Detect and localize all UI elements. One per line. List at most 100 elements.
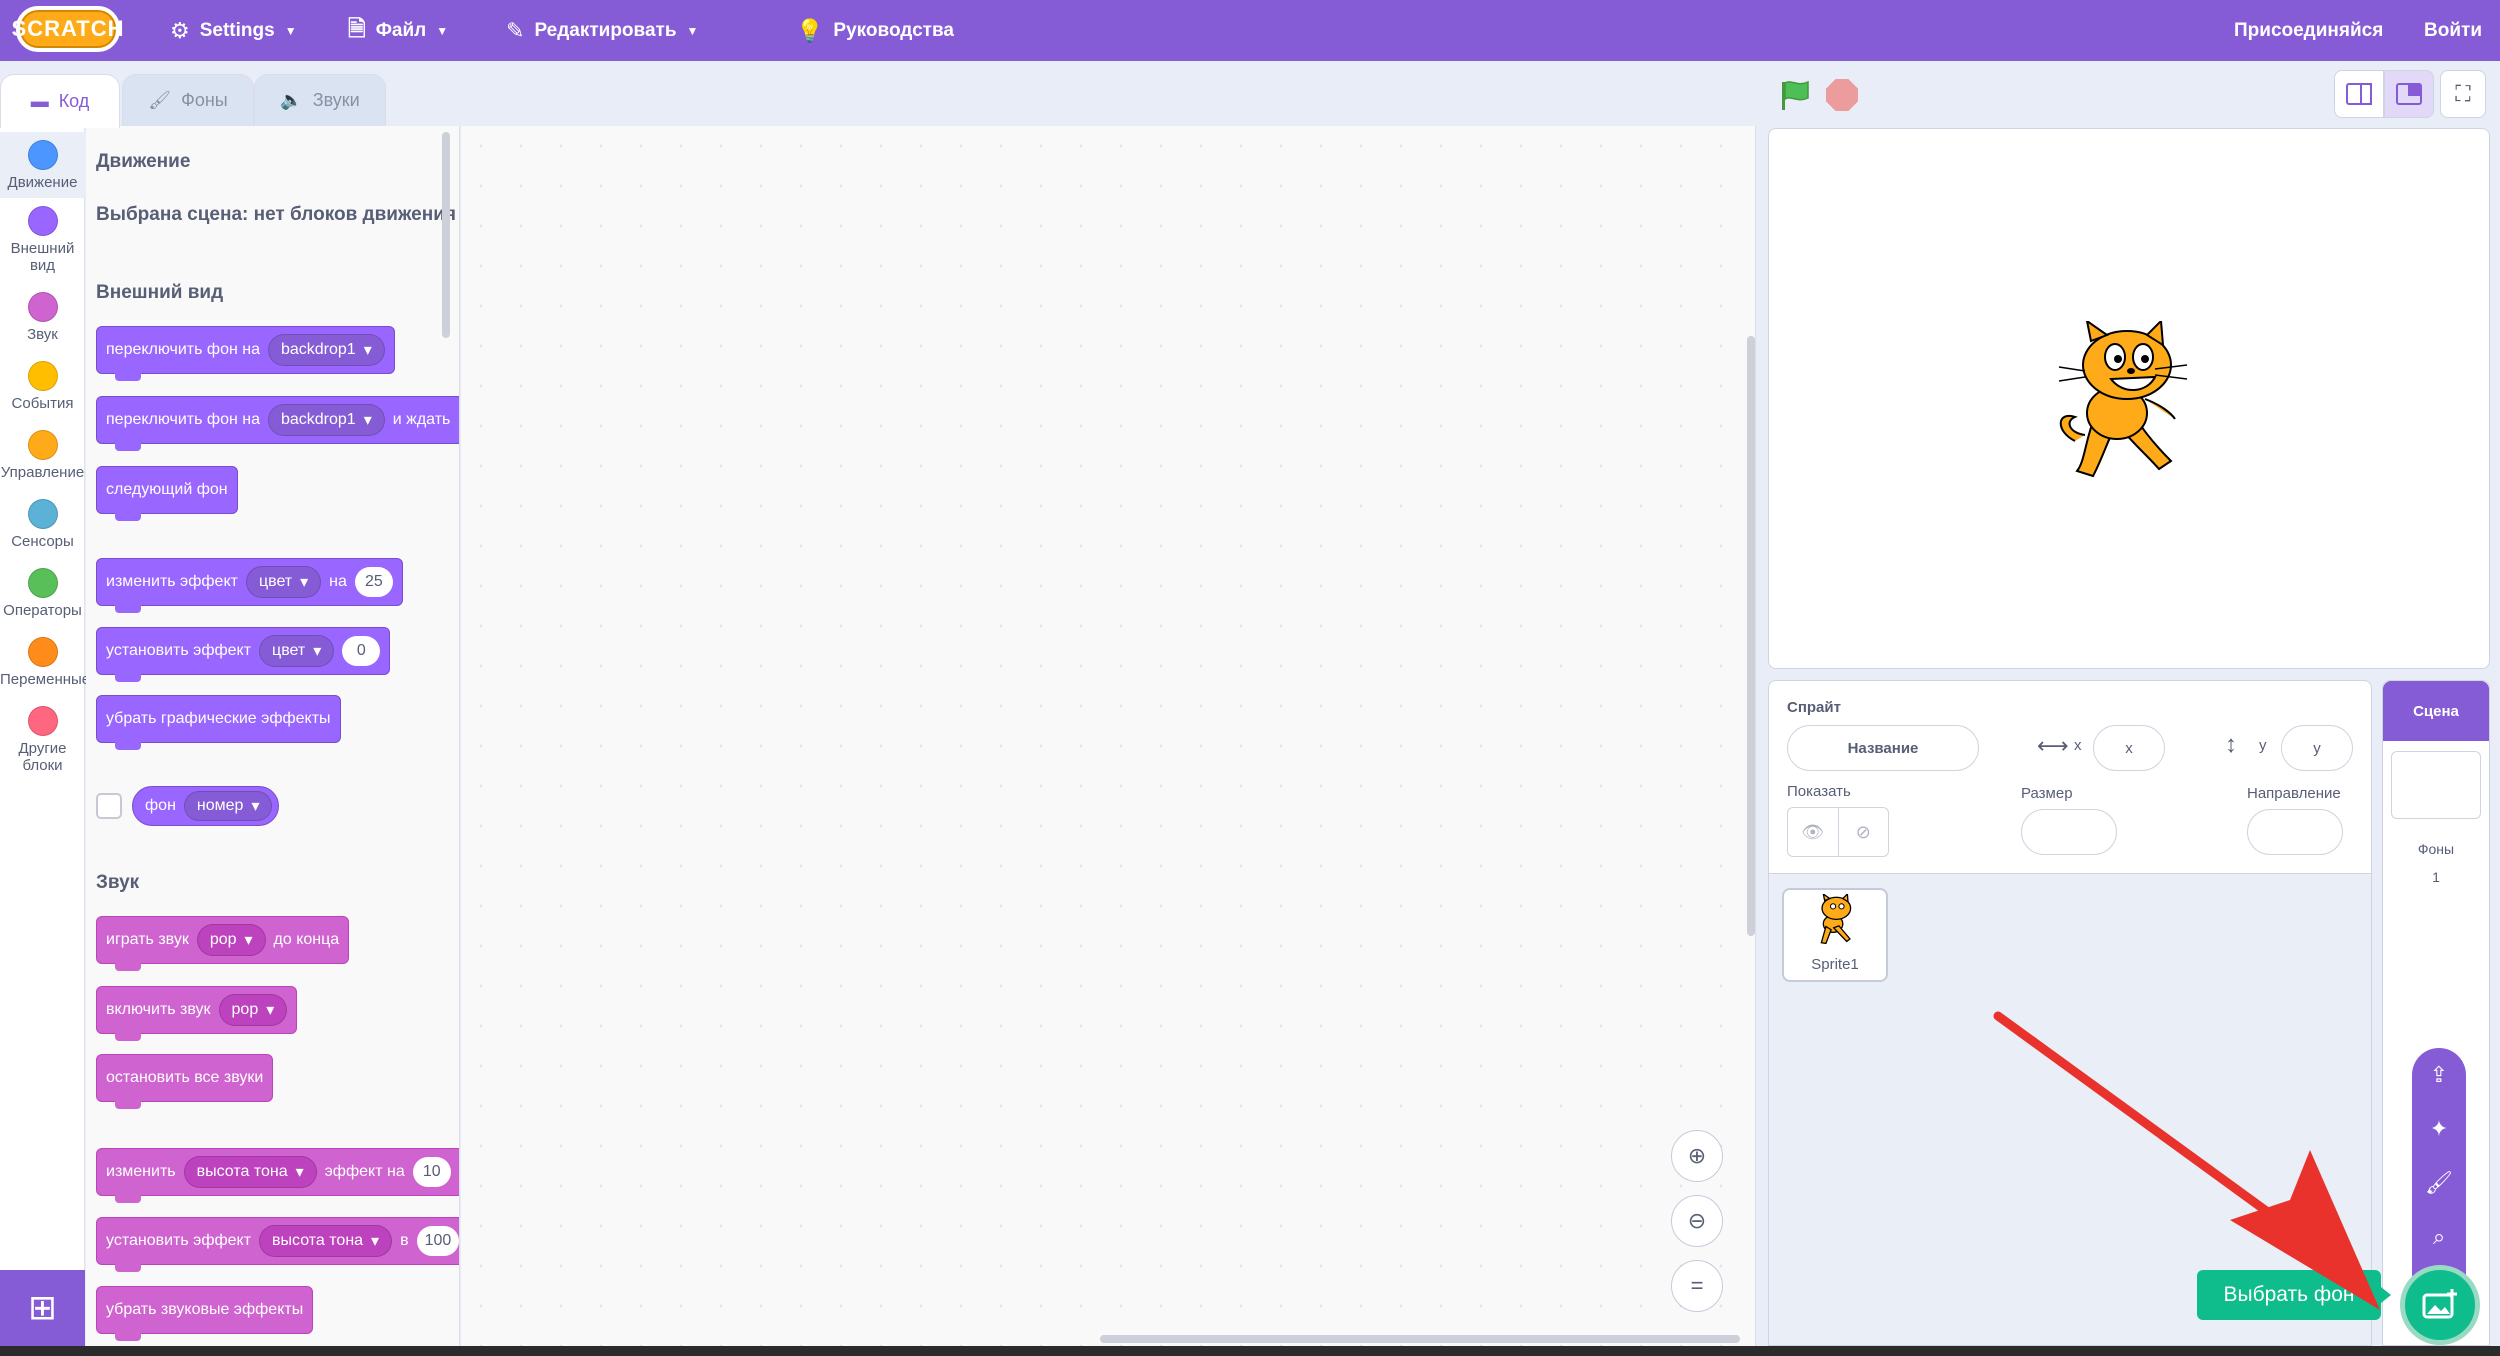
sound-dropdown[interactable]: pop ▾ — [196, 924, 266, 956]
brush-icon: 🖌 — [2425, 1170, 2453, 1195]
chevron-down-icon: ▼ — [436, 23, 449, 38]
horizontal-arrows-icon: ⟷ — [2037, 733, 2069, 758]
zoom-in-button[interactable]: ⊕ — [1671, 1130, 1723, 1182]
number-input[interactable]: 0 — [342, 636, 381, 666]
show-label: Показать — [1787, 783, 1851, 800]
stage-canvas[interactable] — [1768, 128, 2490, 669]
tab-backdrops[interactable]: 🖌 Фоны — [122, 74, 254, 126]
block-clear-sound-effects[interactable]: убрать звуковые эффекты — [96, 1286, 314, 1341]
block-text: до конца — [273, 931, 340, 948]
choose-backdrop-button[interactable] — [2400, 1265, 2480, 1345]
block-text: следующий фон — [106, 481, 228, 498]
number-name-dropdown[interactable]: номер ▾ — [183, 791, 273, 821]
file-menu[interactable]: 🗎 Файл ▼ — [348, 0, 448, 61]
tab-code[interactable]: ▬ Код — [0, 74, 120, 128]
palette-scrollbar[interactable] — [442, 132, 450, 338]
large-stage-icon — [2396, 83, 2422, 105]
category-label: Переменные — [0, 671, 91, 688]
edit-menu[interactable]: ✎ Редактировать ▼ — [506, 0, 698, 61]
sprite-thumbnail[interactable]: Sprite1 — [1782, 888, 1888, 982]
search-icon: ⌕ — [2432, 1224, 2446, 1249]
sound-dropdown[interactable]: pop ▾ — [218, 994, 288, 1026]
backdrops-label: Фоны — [2417, 841, 2455, 857]
sparkle-icon: ✦ — [2429, 1116, 2449, 1141]
sound-effect-dropdown[interactable]: высота тона ▾ — [259, 1225, 393, 1257]
size-input[interactable] — [2021, 809, 2117, 855]
script-area-horizontal-scrollbar[interactable] — [1100, 1335, 1740, 1343]
category-looks[interactable]: Внешний вид — [0, 206, 85, 274]
block-backdrop-number-reporter[interactable]: фон номер ▾ — [132, 786, 280, 826]
category-events[interactable]: События — [0, 361, 85, 412]
search-backdrop-button[interactable]: ⌕ — [2412, 1224, 2466, 1250]
block-start-sound[interactable]: включить звук pop ▾ — [96, 986, 298, 1041]
zoom-reset-icon: = — [1690, 1273, 1704, 1298]
join-label: Присоединяйся — [2234, 19, 2384, 41]
block-next-backdrop[interactable]: следующий фон — [96, 466, 238, 521]
stage-thumbnail[interactable] — [2391, 751, 2481, 819]
number-input[interactable]: 10 — [412, 1157, 451, 1187]
green-flag-icon[interactable] — [1778, 78, 1812, 112]
category-control[interactable]: Управление — [0, 430, 85, 481]
category-sensing[interactable]: Сенсоры — [0, 499, 85, 550]
hide-button[interactable]: ⊘ — [1839, 808, 1889, 856]
zoom-reset-button[interactable]: = — [1671, 1260, 1723, 1312]
scratch-logo[interactable]: SCRATCH — [12, 6, 123, 52]
paint-backdrop-button[interactable]: 🖌 — [2412, 1170, 2466, 1196]
stop-icon[interactable] — [1826, 79, 1858, 111]
number-input[interactable]: 100 — [416, 1226, 459, 1256]
category-my-blocks[interactable]: Другие блоки — [0, 706, 85, 774]
block-stop-all-sounds[interactable]: остановить все звуки — [96, 1054, 274, 1109]
effect-dropdown[interactable]: цвет ▾ — [245, 566, 322, 598]
block-text: играть звук — [106, 931, 189, 948]
tutorials-menu[interactable]: 💡 Руководства — [796, 0, 954, 61]
zoom-in-icon: ⊕ — [1687, 1143, 1707, 1168]
tab-sounds[interactable]: 🔈 Звуки — [254, 74, 386, 126]
block-play-sound-until-done[interactable]: играть звук pop ▾ до конца — [96, 916, 350, 971]
category-dot-icon — [27, 568, 58, 598]
block-clear-graphic-effects[interactable]: убрать графические эффекты — [96, 695, 341, 750]
block-change-sound-effect[interactable]: изменить высота тона ▾ эффект на 10 — [96, 1148, 459, 1203]
category-sound[interactable]: Звук — [0, 292, 85, 343]
sound-effect-dropdown[interactable]: высота тона ▾ — [183, 1156, 317, 1188]
signin-link[interactable]: Войти — [2424, 0, 2482, 61]
settings-menu[interactable]: ⚙ Settings ▼ — [170, 0, 297, 61]
upload-backdrop-button[interactable]: ⇪ — [2412, 1062, 2466, 1088]
number-input[interactable]: 25 — [354, 567, 393, 597]
block-change-effect[interactable]: изменить эффект цвет ▾ на 25 — [96, 558, 403, 613]
block-switch-backdrop[interactable]: переключить фон на backdrop1 ▾ — [96, 326, 395, 381]
visibility-toggle: 👁 ⊘ — [1787, 807, 1889, 857]
brush-icon: 🖌 — [148, 90, 172, 110]
backdrop-dropdown[interactable]: backdrop1 ▾ — [267, 404, 385, 436]
backdrop-dropdown[interactable]: backdrop1 ▾ — [267, 334, 385, 366]
tab-code-label: Код — [58, 91, 90, 111]
category-variables[interactable]: Переменные — [0, 637, 90, 688]
x-input[interactable]: x — [2093, 725, 2165, 771]
direction-input[interactable] — [2247, 809, 2343, 855]
block-set-sound-effect[interactable]: установить эффект высота тона ▾ в 100 — [96, 1217, 459, 1272]
category-dot-icon — [27, 361, 58, 391]
block-switch-backdrop-and-wait[interactable]: переключить фон на backdrop1 ▾ и ждать — [96, 396, 459, 451]
caret-down-icon: ▾ — [313, 643, 322, 660]
caret-down-icon: ▾ — [300, 574, 309, 591]
block-text: переключить фон на — [106, 411, 260, 428]
large-stage-button[interactable] — [2384, 70, 2434, 118]
zoom-out-button[interactable]: ⊖ — [1671, 1195, 1723, 1247]
block-palette: Движение Выбрана сцена: нет блоков движе… — [86, 126, 460, 1346]
fullscreen-button[interactable]: ⛶ — [2440, 70, 2486, 118]
add-extension-button[interactable]: ⊞ — [0, 1270, 85, 1346]
category-operators[interactable]: Операторы — [0, 568, 85, 619]
script-area[interactable] — [461, 126, 1756, 1346]
category-motion[interactable]: Движение — [0, 132, 85, 198]
effect-dropdown[interactable]: цвет ▾ — [259, 635, 335, 667]
script-area-vertical-scrollbar[interactable] — [1747, 336, 1755, 936]
sprite-name-input[interactable]: Название — [1787, 725, 1979, 771]
block-set-effect[interactable]: установить эффект цвет ▾ 0 — [96, 627, 391, 682]
y-input[interactable]: y — [2281, 725, 2353, 771]
join-link[interactable]: Присоединяйся — [2234, 0, 2383, 61]
show-button[interactable]: 👁 — [1788, 808, 1839, 856]
reporter-checkbox[interactable] — [96, 793, 122, 819]
tutorials-label: Руководства — [833, 19, 954, 41]
small-stage-button[interactable] — [2334, 70, 2384, 118]
caret-down-icon: ▾ — [363, 412, 372, 429]
surprise-backdrop-button[interactable]: ✦ — [2412, 1116, 2466, 1142]
